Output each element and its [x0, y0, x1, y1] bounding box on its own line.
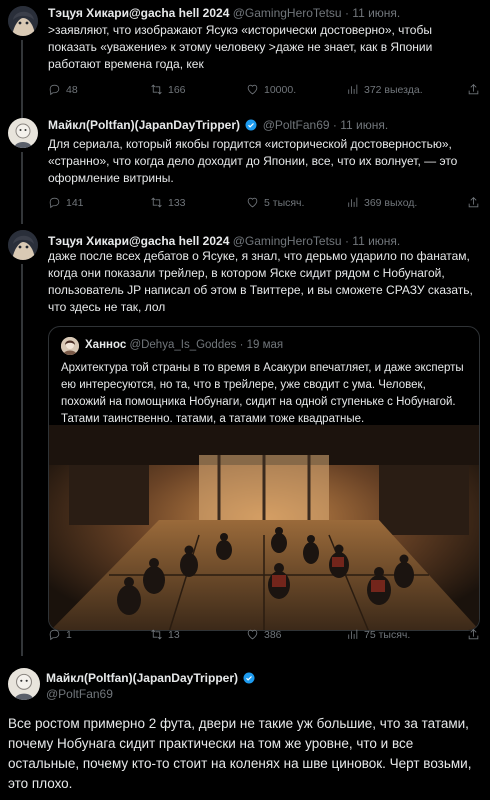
- verified-icon: [243, 672, 255, 684]
- quoted-tweet[interactable]: Ханнос @Dehya_Is_Goddes · 19 мая Архитек…: [48, 326, 480, 631]
- retweet-icon: [151, 84, 162, 95]
- main-author-handle[interactable]: @PoltFan69: [46, 687, 113, 701]
- tweet-actions: 141 133 5 тысяч. 369 выход.: [48, 196, 480, 212]
- share-button[interactable]: [467, 83, 480, 96]
- retweet-count: 13: [168, 628, 180, 641]
- avatar[interactable]: [61, 337, 79, 355]
- avatar[interactable]: [8, 118, 38, 148]
- tweet-1[interactable]: Тэцуя Хикари@gacha hell 2024 @GamingHero…: [0, 0, 490, 112]
- avatar[interactable]: [8, 6, 38, 36]
- reply-icon: [49, 197, 60, 209]
- retweet-icon: [151, 629, 162, 640]
- quote-author-name[interactable]: Ханнос: [85, 339, 126, 351]
- avatar[interactable]: [8, 668, 40, 700]
- like-button[interactable]: 5 тысяч.: [246, 196, 304, 209]
- views-count: 369 выход.: [364, 196, 418, 209]
- share-button[interactable]: [467, 196, 480, 209]
- views-button[interactable]: 372 выезда.: [346, 83, 423, 96]
- share-icon: [468, 84, 479, 95]
- like-count: 10000.: [264, 83, 297, 96]
- heart-icon: [247, 197, 258, 208]
- author-handle[interactable]: @PoltFan69: [263, 118, 330, 132]
- quote-text: Архитектура той страны в то время в Асак…: [61, 362, 464, 425]
- tweet-header: Майкл(Poltfan)(JapanDayTripper) @PoltFan…: [48, 118, 388, 132]
- tweet-2[interactable]: Майкл(Poltfan)(JapanDayTripper) @PoltFan…: [0, 112, 490, 224]
- verified-icon: [245, 119, 257, 131]
- main-tweet-text: Все ростом примерно 2 фута, двери не так…: [8, 716, 472, 791]
- like-count: 5 тысяч.: [264, 196, 305, 209]
- tweet-3[interactable]: Тэцуя Хикари@gacha hell 2024 @GamingHero…: [0, 224, 490, 656]
- avatar[interactable]: [8, 230, 38, 260]
- main-author-name[interactable]: Майкл(Poltfan)(JapanDayTripper): [46, 671, 257, 685]
- views-icon: [348, 629, 358, 639]
- reply-button[interactable]: 48: [48, 83, 78, 96]
- tweet-text: >заявляют, что изображают Ясукэ «историч…: [48, 23, 433, 71]
- tweet-text: даже после всех дебатов о Ясуке, я знал,…: [48, 249, 473, 314]
- share-icon: [468, 197, 479, 208]
- views-count: 372 выезда.: [364, 83, 423, 96]
- like-button[interactable]: 10000.: [246, 83, 296, 96]
- share-icon: [468, 629, 479, 640]
- tweet-date[interactable]: · 11 июня.: [345, 6, 400, 20]
- author-name[interactable]: Тэцуя Хикари@gacha hell 2024: [48, 234, 229, 248]
- heart-icon: [247, 629, 258, 640]
- views-button[interactable]: 75 тысяч.: [346, 628, 410, 641]
- quote-author-handle[interactable]: @Dehya_Is_Goddes: [129, 339, 236, 351]
- reply-button[interactable]: 141: [48, 196, 84, 209]
- quote-date: · 19 мая: [239, 339, 284, 351]
- reply-count: 1: [66, 628, 72, 641]
- retweet-button[interactable]: 13: [150, 628, 180, 641]
- retweet-count: 133: [168, 196, 186, 209]
- author-handle[interactable]: @GamingHeroTetsu: [233, 6, 342, 20]
- tweet-header: Тэцуя Хикари@gacha hell 2024 @GamingHero…: [48, 6, 400, 20]
- like-count: 386: [264, 628, 282, 641]
- author-name[interactable]: Майкл(Poltfan)(JapanDayTripper): [48, 118, 240, 132]
- retweet-button[interactable]: 166: [150, 83, 186, 96]
- retweet-icon: [151, 197, 162, 208]
- reply-icon: [49, 84, 60, 96]
- reply-count: 48: [66, 83, 78, 96]
- retweet-count: 166: [168, 83, 186, 96]
- tweet-actions: 1 13 386 75 тысяч.: [48, 628, 480, 644]
- tweet-date[interactable]: · 11 июня.: [333, 118, 388, 132]
- author-handle[interactable]: @GamingHeroTetsu: [233, 234, 342, 248]
- views-icon: [348, 197, 358, 207]
- author-name[interactable]: Тэцуя Хикари@gacha hell 2024: [48, 6, 229, 20]
- tweet-text: Для сериала, который якобы гордится «ист…: [48, 137, 458, 185]
- reply-icon: [49, 629, 60, 641]
- share-button[interactable]: [467, 628, 480, 641]
- retweet-button[interactable]: 133: [150, 196, 186, 209]
- reply-button[interactable]: 1: [48, 628, 72, 641]
- tweet-actions: 48 166 10000. 372 выезда.: [48, 83, 480, 99]
- trailer-screenshot-image[interactable]: [49, 425, 480, 631]
- views-icon: [348, 84, 358, 94]
- tweet-header: Тэцуя Хикари@gacha hell 2024 @GamingHero…: [48, 234, 400, 248]
- reply-count: 141: [66, 196, 84, 209]
- main-author-name-text[interactable]: Майкл(Poltfan)(JapanDayTripper): [46, 671, 238, 685]
- tweet-date[interactable]: · 11 июня.: [345, 234, 400, 248]
- views-count: 75 тысяч.: [364, 628, 411, 641]
- heart-icon: [247, 84, 258, 95]
- quote-header: Ханнос @Dehya_Is_Goddes · 19 мая: [85, 339, 283, 351]
- like-button[interactable]: 386: [246, 628, 282, 641]
- views-button[interactable]: 369 выход.: [346, 196, 417, 209]
